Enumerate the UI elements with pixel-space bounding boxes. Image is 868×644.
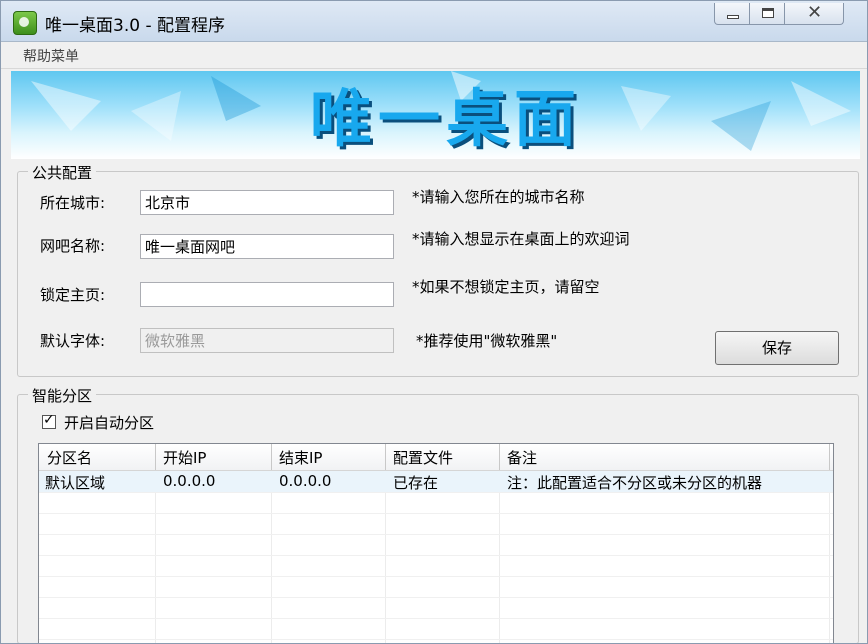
public-config-legend: 公共配置 [28,162,97,183]
public-config-group: 公共配置 所在城市: *请输入您所在的城市名称 网吧名称: *请输入想显示在桌面… [17,162,859,377]
table-row[interactable]: 默认区域 0.0.0.0 0.0.0.0 已存在 注：此配置适合不分区或未分区的… [39,471,833,492]
cafe-name-hint: *请输入想显示在桌面上的欢迎词 [412,230,630,248]
row-line [39,513,833,514]
title-bar[interactable]: 唯一桌面3.0 - 配置程序 ✕ [1,1,867,42]
maximize-button[interactable] [749,3,785,25]
homepage-input[interactable] [140,282,394,307]
row-line [39,534,833,535]
table-header: 分区名 开始IP 结束IP 配置文件 备注 [39,444,833,471]
minimize-button[interactable] [714,3,750,25]
column-header-config-file[interactable]: 配置文件 [393,447,453,468]
row-line [39,639,833,640]
column-header-start-ip[interactable]: 开始IP [163,447,206,468]
auto-partition-checkbox[interactable] [42,412,56,429]
smart-partition-group: 智能分区 开启自动分区 分区名 开始IP 结束IP 配置文件 备注 [17,385,859,643]
banner-char: 面 [513,82,576,155]
column-header-remark[interactable]: 备注 [507,447,537,468]
city-label: 所在城市: [40,194,106,212]
minimize-icon [727,15,739,19]
city-input[interactable] [140,190,394,215]
partition-table[interactable]: 分区名 开始IP 结束IP 配置文件 备注 默认区域 0.0.0.0 0.0.0… [38,443,834,643]
banner-char: 唯 [309,82,372,155]
header-separator[interactable] [499,444,500,470]
cell-end-ip: 0.0.0.0 [279,472,332,490]
banner-logo: 唯 一 桌 面 [307,85,581,153]
save-button[interactable]: 保存 [715,331,839,365]
smart-partition-legend: 智能分区 [28,385,97,406]
close-icon: ✕ [807,2,823,23]
row-line [39,492,833,493]
row-line [39,555,833,556]
auto-partition-label[interactable]: 开启自动分区 [64,412,154,433]
row-line [39,618,833,619]
banner: 唯 一 桌 面 [11,71,860,159]
font-hint: *推荐使用"微软雅黑" [416,332,558,350]
header-separator[interactable] [155,444,156,470]
font-input [140,328,394,353]
column-header-name[interactable]: 分区名 [47,447,92,468]
maximize-icon [762,8,774,18]
cell-config-file: 已存在 [393,474,439,492]
header-separator[interactable] [829,444,830,470]
homepage-label: 锁定主页: [40,286,106,304]
cell-remark: 注：此配置适合不分区或未分区的机器 [507,474,763,492]
app-icon [13,11,37,35]
cell-start-ip: 0.0.0.0 [163,472,216,490]
homepage-hint: *如果不想锁定主页，请留空 [412,278,600,296]
menu-bar: 帮助菜单 [1,42,867,69]
config-window: 唯一桌面3.0 - 配置程序 ✕ 帮助菜单 唯 一 桌 面 公共配置 所在城市:… [0,0,868,644]
city-hint: *请输入您所在的城市名称 [412,188,585,206]
close-button[interactable]: ✕ [784,3,844,25]
banner-char: 桌 [445,82,508,155]
row-line [39,597,833,598]
cell-name: 默认区域 [45,474,106,492]
row-line [39,576,833,577]
menu-help[interactable]: 帮助菜单 [23,46,79,66]
banner-char: 一 [377,82,440,155]
cafe-name-label: 网吧名称: [40,237,106,255]
header-separator[interactable] [271,444,272,470]
font-label: 默认字体: [40,332,106,350]
cafe-name-input[interactable] [140,234,394,259]
window-title: 唯一桌面3.0 - 配置程序 [45,16,225,36]
header-separator[interactable] [385,444,386,470]
column-header-end-ip[interactable]: 结束IP [279,447,322,468]
